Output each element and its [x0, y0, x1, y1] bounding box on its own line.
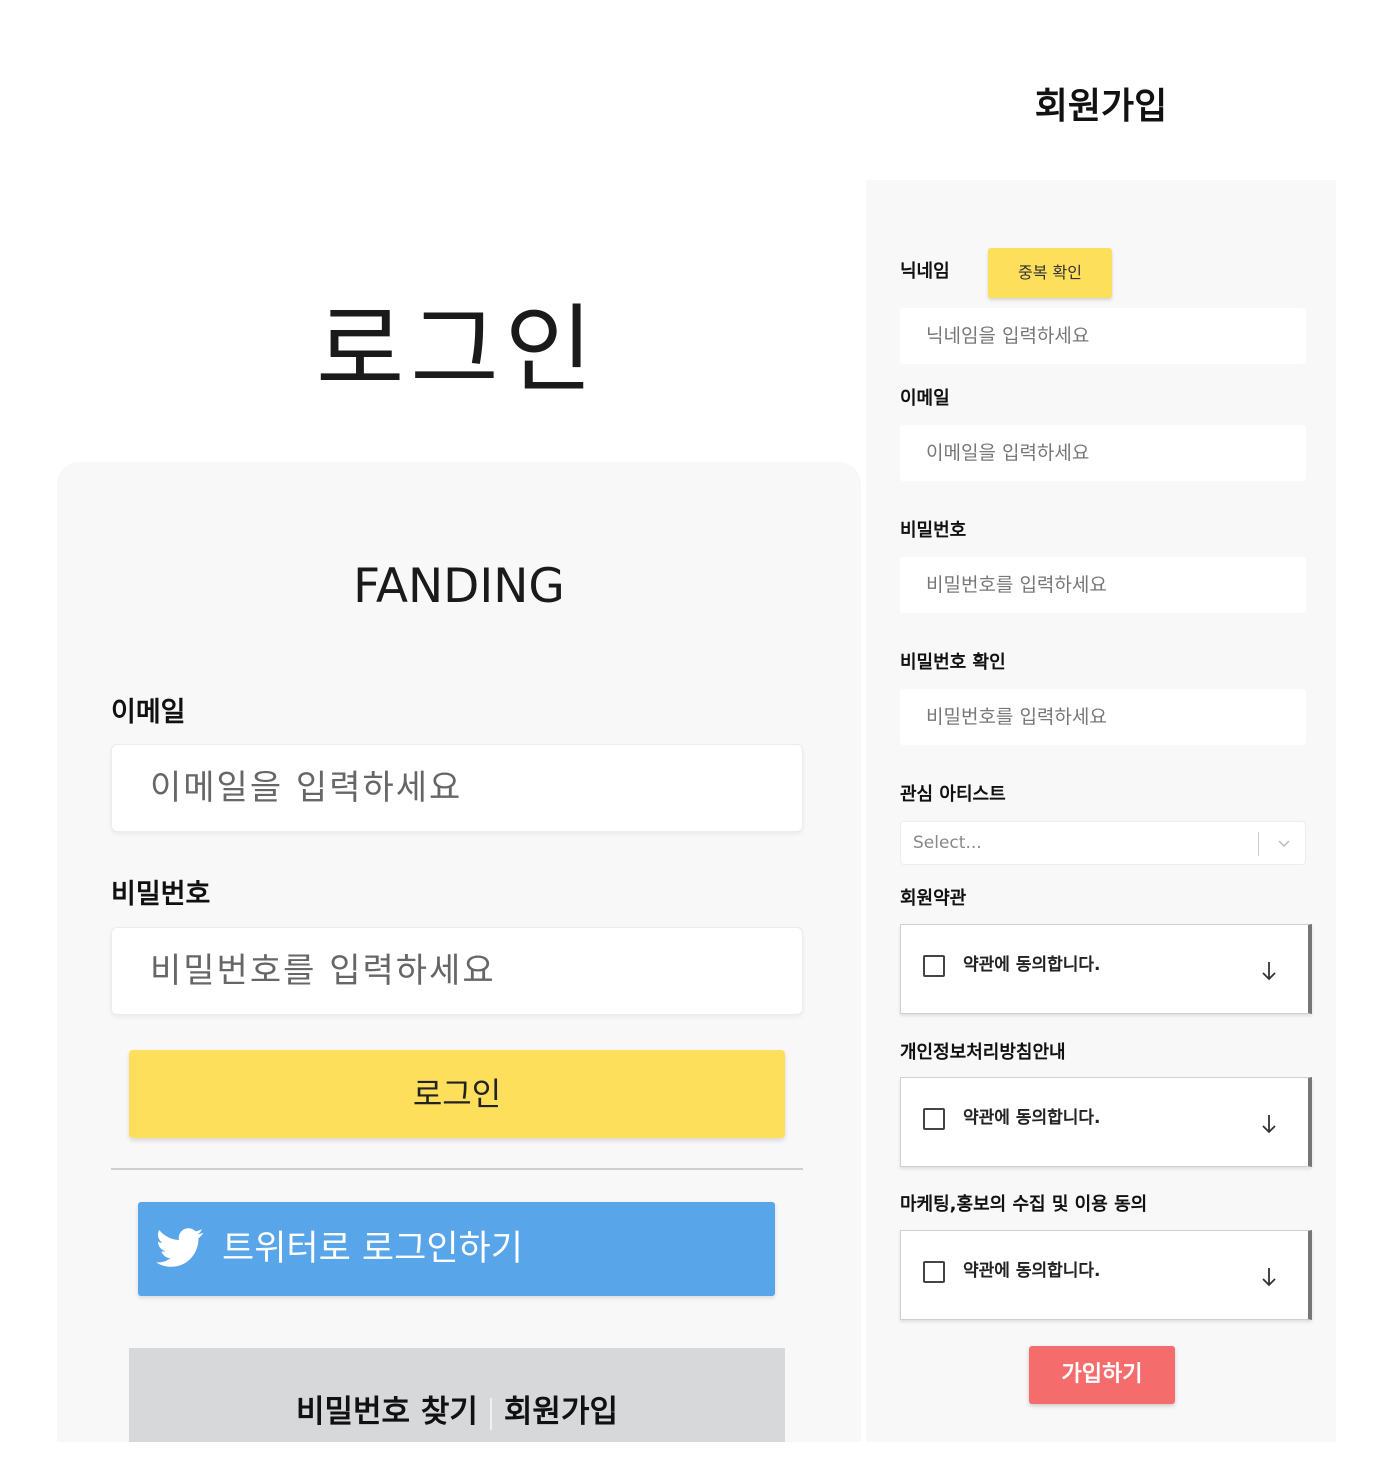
checkbox-icon[interactable] — [923, 955, 945, 977]
checkbox-icon[interactable] — [923, 1261, 945, 1283]
password-confirm-input[interactable]: 비밀번호를 입력하세요 — [900, 689, 1306, 745]
privacy-label: 개인정보처리방침안내 — [900, 1042, 1066, 1063]
signup-email-input[interactable]: 이메일을 입력하세요 — [900, 425, 1306, 481]
twitter-login-button[interactable]: 트위터로 로그인하기 — [138, 1202, 775, 1296]
login-page-title: 로그인 — [316, 294, 599, 406]
signup-password-input[interactable]: 비밀번호를 입력하세요 — [900, 557, 1306, 613]
arrow-down-icon[interactable] — [1259, 1112, 1279, 1136]
signup-password-label: 비밀번호 — [900, 520, 967, 541]
arrow-down-icon[interactable] — [1259, 1265, 1279, 1289]
terms-label: 회원약관 — [900, 888, 967, 909]
artist-select[interactable]: Select... — [900, 821, 1306, 865]
privacy-agree-box: 약관에 동의합니다. — [900, 1077, 1312, 1167]
arrow-down-icon[interactable] — [1259, 959, 1279, 983]
signup-card: 닉네임 중복 확인 닉네임을 입력하세요 이메일 이메일을 입력하세요 비밀번호… — [866, 180, 1336, 1442]
password-confirm-label: 비밀번호 확인 — [900, 652, 1006, 673]
artist-label: 관심 아티스트 — [900, 784, 1006, 805]
twitter-icon — [156, 1228, 204, 1267]
signup-link[interactable]: 회원가입 — [504, 1394, 618, 1430]
select-separator — [1258, 832, 1259, 856]
email-label: 이메일 — [111, 697, 186, 728]
privacy-agree-text: 약관에 동의합니다. — [963, 1108, 1101, 1128]
duplicate-check-button[interactable]: 중복 확인 — [988, 248, 1112, 298]
find-password-link[interactable]: 비밀번호 찾기 — [296, 1394, 478, 1430]
signup-page-title: 회원가입 — [1034, 86, 1168, 127]
chevron-down-icon[interactable] — [1277, 836, 1291, 850]
password-input[interactable]: 비밀번호를 입력하세요 — [111, 927, 803, 1015]
password-label: 비밀번호 — [111, 879, 211, 910]
marketing-agree-text: 약관에 동의합니다. — [963, 1261, 1101, 1281]
terms-agree-box: 약관에 동의합니다. — [900, 924, 1312, 1014]
marketing-agree-box: 약관에 동의합니다. — [900, 1230, 1312, 1320]
marketing-label: 마케팅,홍보의 수집 및 이용 동의 — [900, 1194, 1148, 1215]
nickname-input[interactable]: 닉네임을 입력하세요 — [900, 308, 1306, 364]
email-input[interactable]: 이메일을 입력하세요 — [111, 744, 803, 832]
login-footer-links: 비밀번호 찾기 회원가입 — [129, 1348, 785, 1442]
signup-email-label: 이메일 — [900, 388, 950, 409]
terms-agree-text: 약관에 동의합니다. — [963, 955, 1101, 975]
link-separator — [489, 1397, 492, 1430]
join-button[interactable]: 가입하기 — [1029, 1346, 1175, 1404]
twitter-login-label: 트위터로 로그인하기 — [222, 1229, 523, 1269]
login-button[interactable]: 로그인 — [129, 1050, 785, 1138]
divider — [111, 1168, 803, 1170]
brand-logo-text: FANDING — [353, 559, 565, 614]
checkbox-icon[interactable] — [923, 1108, 945, 1130]
nickname-label: 닉네임 — [900, 261, 950, 282]
login-card: FANDING 이메일 이메일을 입력하세요 비밀번호 비밀번호를 입력하세요 … — [57, 462, 861, 1442]
artist-select-value: Select... — [913, 833, 982, 853]
